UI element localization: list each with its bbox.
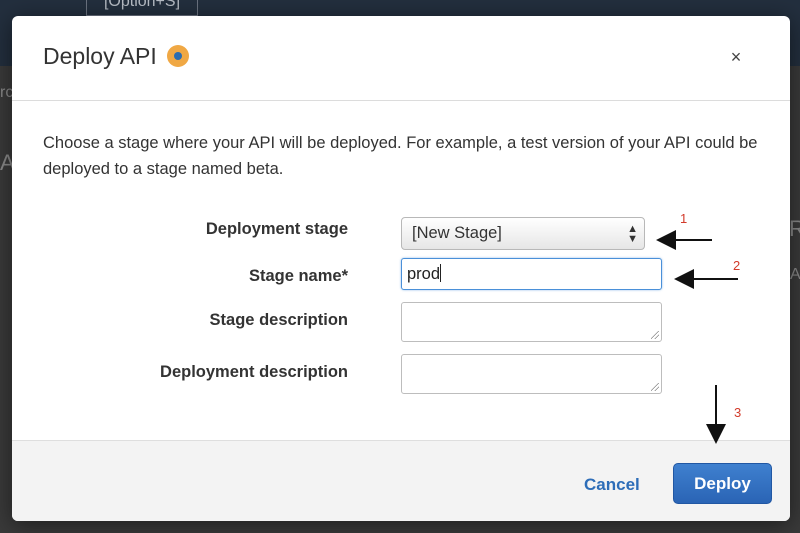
deployment-stage-label: Deployment stage bbox=[205, 220, 348, 238]
dialog-footer: Cancel Deploy bbox=[12, 440, 790, 521]
deploy-button[interactable]: Deploy bbox=[673, 463, 772, 504]
stage-name-input[interactable]: prod bbox=[401, 258, 662, 290]
resize-grip-icon[interactable] bbox=[651, 383, 659, 391]
deployment-stage-select[interactable]: [New Stage] ▲ ▼ bbox=[401, 217, 645, 250]
dialog-header: Deploy API × bbox=[12, 16, 790, 101]
deploy-api-dialog: Deploy API × Choose a stage where your A… bbox=[12, 16, 790, 521]
dialog-description: Choose a stage where your API will be de… bbox=[43, 134, 758, 178]
resize-grip-icon[interactable] bbox=[651, 331, 659, 339]
select-arrows-icon: ▲ ▼ bbox=[627, 223, 638, 245]
background-menu-fragment: [Option+S] bbox=[86, 0, 198, 16]
background-fragment: A bbox=[790, 266, 800, 283]
deployment-description-textarea[interactable] bbox=[401, 354, 662, 394]
annotation-step-1: 1 bbox=[680, 211, 688, 226]
close-button[interactable]: × bbox=[726, 46, 746, 68]
deployment-stage-value: [New Stage] bbox=[412, 224, 502, 242]
stage-description-textarea[interactable] bbox=[401, 302, 662, 342]
text-caret bbox=[440, 264, 442, 282]
stage-description-label: Stage description bbox=[209, 311, 348, 329]
info-icon[interactable] bbox=[167, 45, 189, 67]
annotation-step-2: 2 bbox=[733, 258, 741, 273]
deployment-description-label: Deployment description bbox=[160, 363, 348, 381]
stage-name-label: Stage name* bbox=[248, 267, 348, 285]
dialog-title: Deploy API bbox=[43, 43, 157, 69]
cancel-button[interactable]: Cancel bbox=[584, 475, 640, 495]
background-fragment: R bbox=[789, 216, 800, 241]
annotation-step-3: 3 bbox=[734, 405, 742, 420]
stage-name-value: prod bbox=[407, 265, 441, 283]
